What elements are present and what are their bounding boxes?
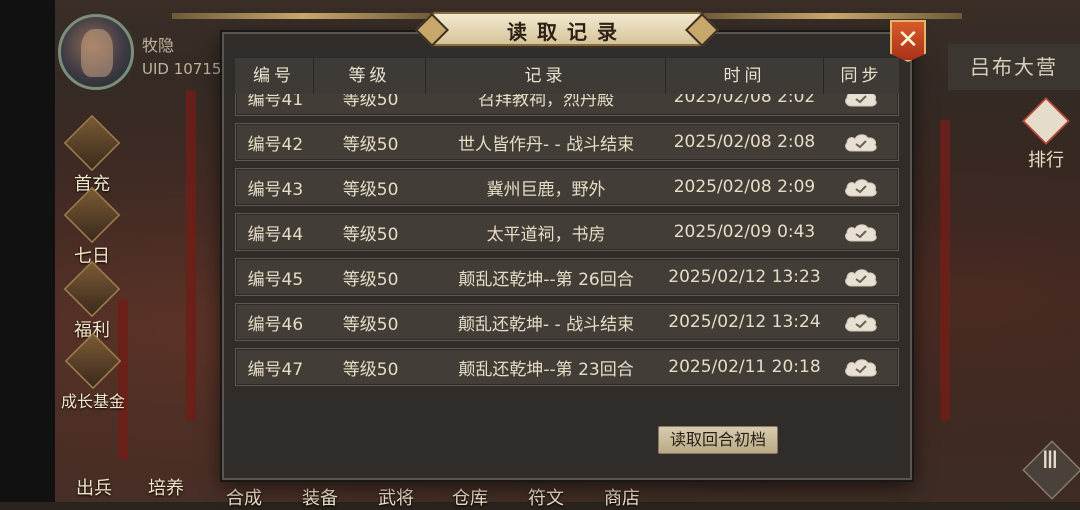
row-sync[interactable]	[823, 221, 898, 243]
row-record: 冀州巨鹿，野外	[486, 179, 606, 200]
row-record: 世人皆作丹- - 战斗结束	[458, 134, 635, 155]
bottom-item-generals[interactable]: 武将	[378, 484, 414, 510]
row-time: 2025/02/08 2:02	[673, 94, 816, 107]
cloud-sync-icon[interactable]	[843, 94, 879, 108]
bottom-item-equipment[interactable]: 装备	[302, 484, 338, 510]
record-list[interactable]: 编号41 等级50 召拜教祠，烈丹殿 2025/02/08 2:02 编号42 等级50 世…	[235, 94, 899, 398]
table-row[interactable]: 编号45 等级50 颠乱还乾坤--第 26回合 2025/02/12 13:23	[235, 258, 899, 296]
row-time: 2025/02/08 2:09	[673, 177, 816, 197]
dialog-title-plate: 读取记录	[432, 12, 702, 46]
row-id: 编号46	[247, 314, 304, 335]
close-button[interactable]: ✕	[890, 20, 926, 62]
row-time: 2025/02/08 2:08	[673, 132, 816, 152]
row-record: 太平道祠，书房	[486, 224, 606, 245]
row-level: 等级50	[342, 179, 399, 200]
welfare-icon	[63, 260, 121, 318]
column-header-level: 等级	[314, 58, 426, 94]
player-name: 牧隐	[142, 36, 175, 55]
table-row[interactable]: 编号43 等级50 冀州巨鹿，野外 2025/02/08 2:09	[235, 168, 899, 206]
row-time: 2025/02/11 20:18	[668, 357, 821, 377]
row-level: 等级50	[342, 269, 399, 290]
decor-pillar	[186, 90, 196, 420]
screen-edge	[0, 0, 55, 502]
bottom-item-shop[interactable]: 商店	[604, 484, 640, 510]
close-icon: ✕	[897, 25, 919, 55]
cloud-sync-icon[interactable]	[843, 221, 879, 243]
row-id: 编号44	[247, 224, 304, 245]
bottom-item-runes[interactable]: 符文	[528, 484, 564, 510]
table-row[interactable]: 编号47 等级50 颠乱还乾坤--第 23回合 2025/02/11 20:18	[235, 348, 899, 386]
table-row[interactable]: 编号42 等级50 世人皆作丹- - 战斗结束 2025/02/08 2:08	[235, 123, 899, 161]
table-row[interactable]: 编号41 等级50 召拜教祠，烈丹殿 2025/02/08 2:02	[235, 94, 899, 116]
row-level: 等级50	[342, 359, 399, 380]
column-header-time: 时间	[666, 58, 824, 94]
row-id: 编号43	[247, 179, 304, 200]
seven-day-icon	[63, 186, 121, 244]
bottom-item-compose[interactable]: 合成	[226, 484, 262, 510]
row-record: 颠乱还乾坤- - 战斗结束	[458, 314, 635, 335]
bottom-item-deploy[interactable]: 出兵	[76, 474, 112, 500]
first-recharge-icon	[63, 114, 121, 172]
player-uid: UID 10715	[142, 60, 222, 78]
cloud-sync-icon[interactable]	[843, 266, 879, 288]
row-sync[interactable]	[823, 176, 898, 198]
table-row[interactable]: 编号44 等级50 太平道祠，书房 2025/02/09 0:43	[235, 213, 899, 251]
bottom-item-train[interactable]: 培养	[148, 474, 184, 500]
row-time: 2025/02/09 0:43	[673, 222, 816, 242]
cloud-sync-icon[interactable]	[843, 131, 879, 153]
row-sync[interactable]	[823, 266, 898, 288]
load-round-start-button[interactable]: 读取回合初档	[658, 426, 778, 454]
row-record: 颠乱还乾坤--第 23回合	[458, 359, 634, 380]
cloud-sync-icon[interactable]	[843, 356, 879, 378]
table-header: 编号 等级 记录 时间 同步	[235, 58, 899, 95]
row-sync[interactable]	[823, 311, 898, 333]
row-id: 编号42	[247, 134, 304, 155]
column-header-sync: 同步	[840, 66, 883, 86]
row-time: 2025/02/12 13:23	[668, 267, 821, 287]
row-sync[interactable]	[823, 94, 898, 108]
seven-day-button[interactable]: 七日	[62, 186, 122, 268]
row-level: 等级50	[342, 224, 399, 245]
column-header-record: 记录	[426, 58, 666, 94]
first-recharge-button[interactable]: 首充	[62, 114, 122, 196]
dialog-title: 读取记录	[507, 20, 627, 44]
row-level: 等级50	[342, 134, 399, 155]
bottom-item-warehouse[interactable]: 仓库	[452, 484, 488, 510]
row-sync[interactable]	[823, 131, 898, 153]
cloud-sync-icon[interactable]	[843, 311, 879, 333]
row-time: 2025/02/12 13:24	[668, 312, 821, 332]
row-sync[interactable]	[823, 356, 898, 378]
decor-pillar	[940, 120, 950, 420]
title-ornament-left	[172, 13, 434, 19]
row-id: 编号41	[247, 94, 304, 110]
welfare-button[interactable]: 福利	[62, 260, 122, 342]
title-ornament-right	[700, 13, 962, 19]
row-record: 颠乱还乾坤--第 26回合	[458, 269, 634, 290]
row-record: 召拜教祠，烈丹殿	[478, 94, 615, 110]
table-row[interactable]: 编号46 等级50 颠乱还乾坤- - 战斗结束 2025/02/12 13:24	[235, 303, 899, 341]
growth-fund-icon	[64, 332, 122, 390]
row-level: 等级50	[342, 314, 399, 335]
more-menu-icon: Ⅲ	[1041, 446, 1059, 474]
row-id: 编号45	[247, 269, 304, 290]
row-id: 编号47	[247, 359, 304, 380]
row-level: 等级50	[342, 94, 399, 110]
player-avatar[interactable]	[58, 14, 134, 90]
cloud-sync-icon[interactable]	[843, 176, 879, 198]
column-header-id: 编号	[235, 58, 314, 94]
camp-banner: 吕布大营	[948, 44, 1080, 90]
growth-fund-button[interactable]: 成长基金	[58, 332, 128, 412]
rank-icon	[1022, 97, 1070, 145]
record-rows: 编号41 等级50 召拜教祠，烈丹殿 2025/02/08 2:02 编号42 等级50 世…	[235, 94, 899, 393]
rank-button[interactable]: 排行	[1018, 97, 1074, 171]
